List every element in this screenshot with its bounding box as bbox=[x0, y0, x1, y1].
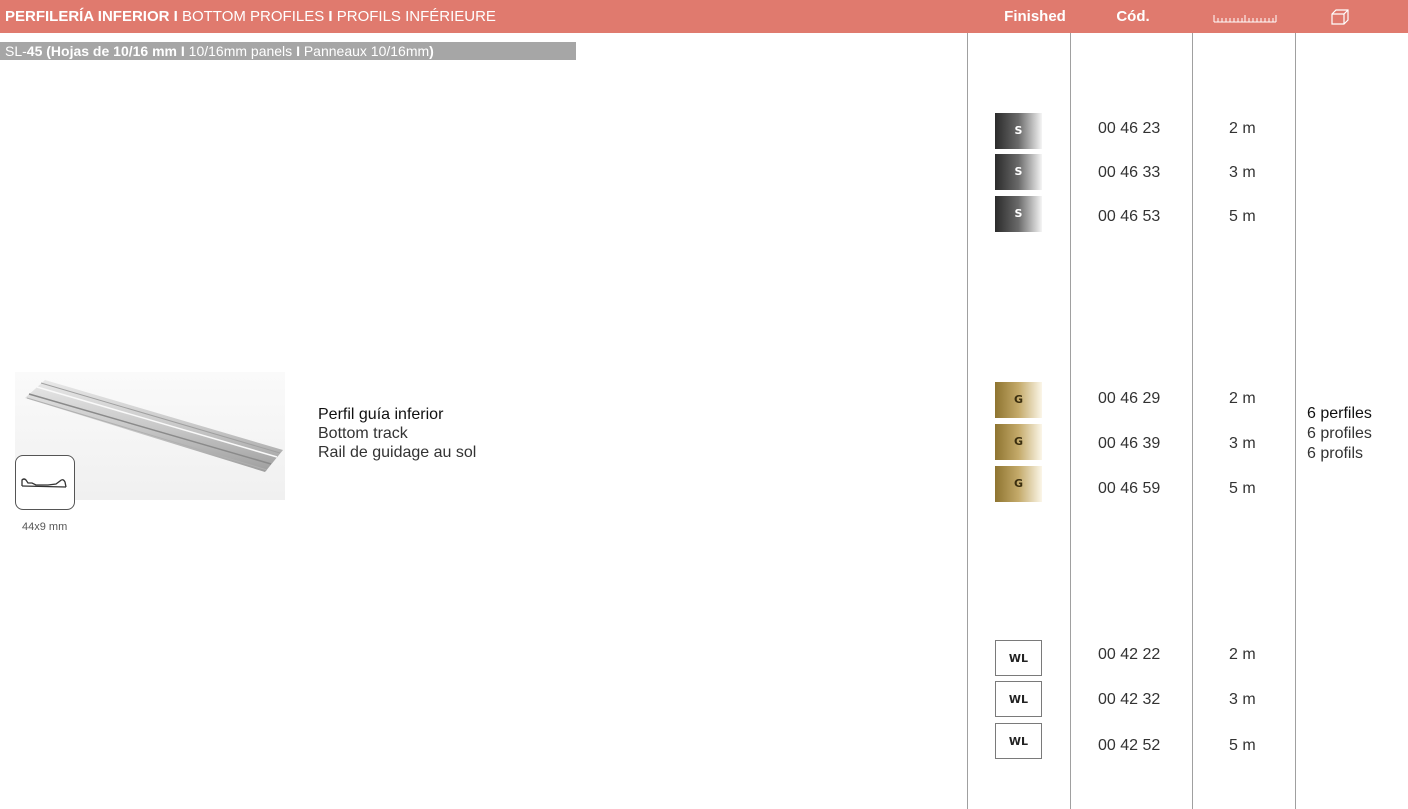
finish-badge-s: S bbox=[995, 196, 1042, 232]
profile-section-icon bbox=[15, 455, 75, 510]
product-code: 00 46 23 bbox=[1098, 120, 1161, 137]
packaging-es: 6 perfiles bbox=[1307, 405, 1372, 422]
finish-badge-g: G bbox=[995, 382, 1042, 418]
length-value: 5 m bbox=[1229, 208, 1256, 225]
product-code: 00 42 22 bbox=[1098, 646, 1161, 663]
product-code: 00 46 53 bbox=[1098, 208, 1161, 225]
product-code: 00 46 59 bbox=[1098, 480, 1161, 497]
column-divider bbox=[1295, 33, 1296, 809]
length-value: 3 m bbox=[1229, 435, 1256, 452]
product-name-es: Perfil guía inferior bbox=[318, 406, 444, 423]
product-code: 00 46 39 bbox=[1098, 435, 1161, 452]
product-description: Perfil guía inferior Bottom track Rail d… bbox=[318, 405, 476, 462]
finish-badge-g: G bbox=[995, 424, 1042, 460]
product-code: 00 42 32 bbox=[1098, 691, 1161, 708]
profile-dimension: 44x9 mm bbox=[22, 521, 68, 533]
product-code: 00 46 29 bbox=[1098, 390, 1161, 407]
finish-badge-s: S bbox=[995, 154, 1042, 190]
finish-badge-s: S bbox=[995, 113, 1042, 149]
column-divider bbox=[1070, 33, 1071, 809]
header-bar: PERFILERÍA INFERIOR I BOTTOM PROFILES I … bbox=[0, 0, 1408, 33]
packaging-fr: 6 profils bbox=[1307, 445, 1364, 462]
finish-badge-wl: WL bbox=[995, 640, 1042, 676]
length-value: 2 m bbox=[1229, 646, 1256, 663]
finish-badge-wl: WL bbox=[995, 681, 1042, 717]
finish-badge-wl: WL bbox=[995, 723, 1042, 759]
packaging-info: 6 perfiles 6 profiles 6 profils bbox=[1307, 404, 1372, 464]
length-value: 5 m bbox=[1229, 480, 1256, 497]
product-code: 00 46 33 bbox=[1098, 164, 1161, 181]
length-value: 2 m bbox=[1229, 390, 1256, 407]
page-title: PERFILERÍA INFERIOR I BOTTOM PROFILES I … bbox=[5, 8, 496, 25]
packaging-en: 6 profiles bbox=[1307, 425, 1372, 442]
product-code: 00 42 52 bbox=[1098, 737, 1161, 754]
box-icon bbox=[1310, 0, 1370, 33]
length-value: 2 m bbox=[1229, 120, 1256, 137]
product-name-fr: Rail de guidage au sol bbox=[318, 444, 477, 461]
length-value: 3 m bbox=[1229, 691, 1256, 708]
col-finished-header: Finished bbox=[1004, 8, 1066, 25]
column-divider bbox=[1192, 33, 1193, 809]
col-code-header: Cód. bbox=[1116, 8, 1150, 25]
subheader-bar: SL-45 (Hojas de 10/16 mm I 10/16mm panel… bbox=[0, 42, 576, 60]
length-value: 5 m bbox=[1229, 737, 1256, 754]
length-value: 3 m bbox=[1229, 164, 1256, 181]
series-title: SL-45 (Hojas de 10/16 mm I 10/16mm panel… bbox=[5, 43, 434, 59]
product-name-en: Bottom track bbox=[318, 425, 408, 442]
ruler-icon bbox=[1205, 0, 1285, 33]
finish-badge-g: G bbox=[995, 466, 1042, 502]
column-divider bbox=[967, 33, 968, 809]
